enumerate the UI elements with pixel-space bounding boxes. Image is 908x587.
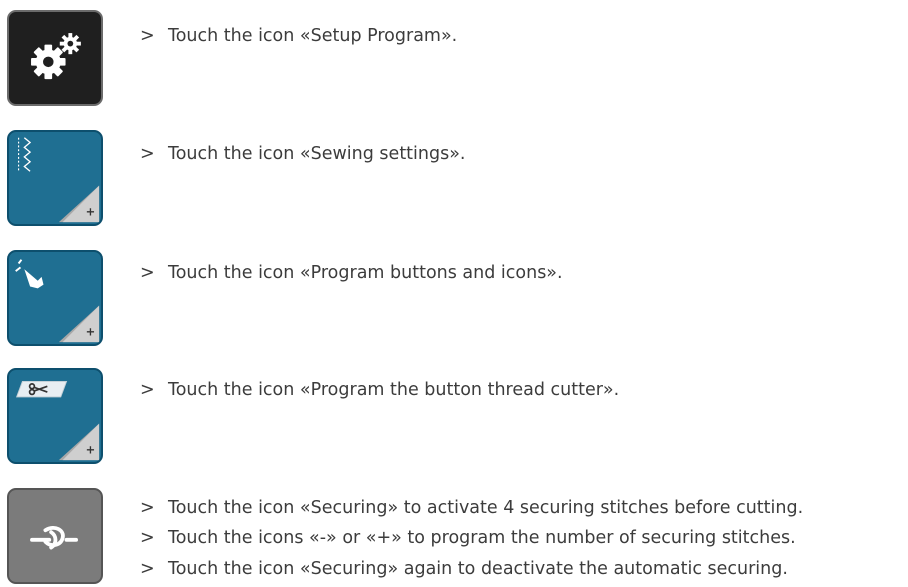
svg-text:+: + xyxy=(86,324,96,338)
step-1-text: > Touch the icon «Setup Program». xyxy=(140,26,458,46)
step-5-line-3: > Touch the icon «Securing» again to deac… xyxy=(140,559,788,579)
stitch-settings-icon: + xyxy=(18,137,100,223)
step-3-text: > Touch the icon «Program buttons and ico… xyxy=(140,263,563,283)
svg-text:+: + xyxy=(86,442,96,456)
gears-icon xyxy=(31,33,81,80)
scissors-icon: + xyxy=(15,381,100,461)
step-5-line-2: > Touch the icons «-» or «+» to program t… xyxy=(140,528,796,548)
securing-knot-icon xyxy=(30,526,79,550)
step-4-text: > Touch the icon «Program the button thre… xyxy=(140,380,620,400)
thread-cutter-button[interactable]: + xyxy=(7,368,103,464)
step-5-line-1: > Touch the icon «Securing» to activate 4… xyxy=(140,498,804,518)
program-buttons-button[interactable]: + xyxy=(7,250,103,346)
step-2-text: > Touch the icon «Sewing settings». xyxy=(140,144,466,164)
securing-button[interactable] xyxy=(7,488,103,584)
hand-touch-icon: + xyxy=(15,259,100,343)
setup-program-button[interactable] xyxy=(7,10,103,106)
svg-text:+: + xyxy=(86,204,96,218)
sewing-settings-button[interactable]: + xyxy=(7,130,103,226)
